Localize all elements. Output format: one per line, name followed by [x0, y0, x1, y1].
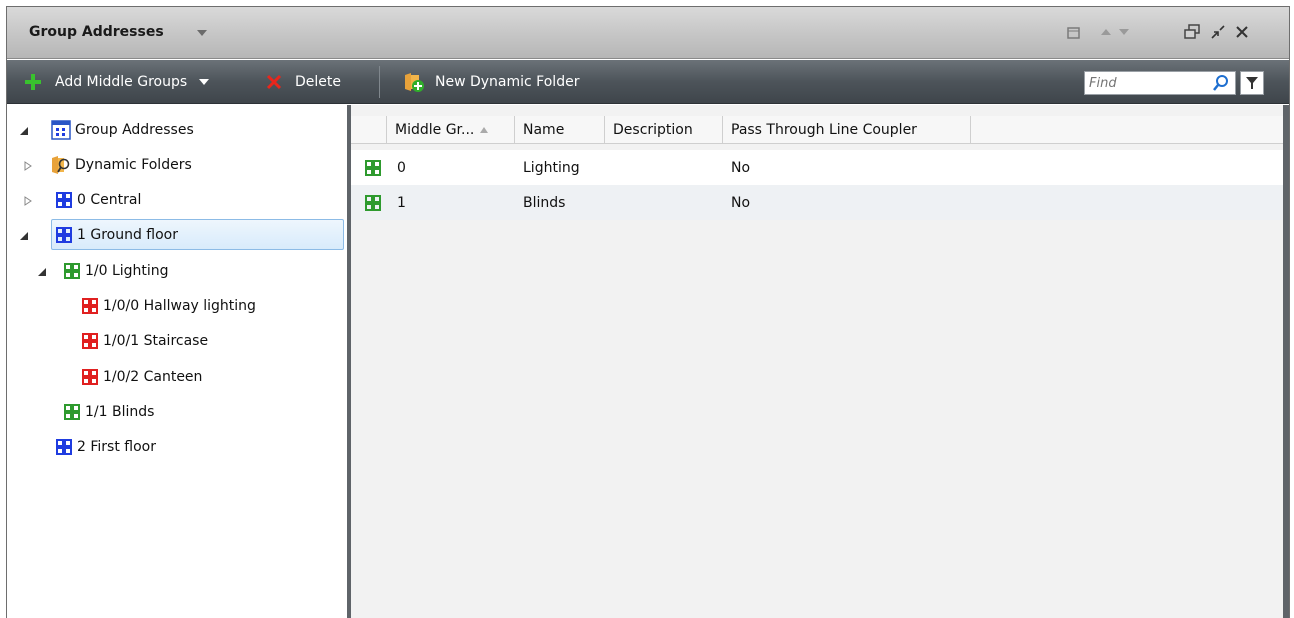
tree-item-2-first-floor[interactable]: 2 First floor [55, 433, 156, 461]
close-icon[interactable] [1233, 23, 1251, 41]
tree-item-label: 1/0/0 Hallway lighting [103, 298, 256, 314]
middle-group-icon [364, 185, 382, 220]
column-header-pass-through[interactable]: Pass Through Line Coupler [723, 116, 971, 144]
find-input[interactable] [1089, 74, 1199, 92]
main-group-icon [55, 191, 73, 209]
tree-item-1-0-2-canteen[interactable]: 1/0/2 Canteen [81, 363, 202, 391]
tree-item-label: Dynamic Folders [75, 157, 192, 173]
expanded-triangle-icon[interactable] [37, 265, 51, 279]
group-addresses-icon [51, 120, 71, 140]
restore-window-icon[interactable] [1183, 23, 1201, 41]
move-down-icon[interactable] [1115, 23, 1133, 41]
middle-group-icon [63, 403, 81, 421]
cell-pass-through: No [731, 159, 751, 176]
group-address-tree: Group Addresses Dynamic Folders 0 Centra… [7, 105, 347, 618]
collapsed-triangle-icon[interactable] [23, 194, 37, 208]
tree-item-1-0-lighting[interactable]: 1/0 Lighting [63, 257, 169, 285]
cell-middle-group: 0 [397, 159, 406, 176]
filter-button[interactable] [1240, 71, 1264, 95]
cell-name: Lighting [523, 159, 580, 176]
delete-label: Delete [295, 74, 341, 90]
title-dropdown-icon[interactable] [197, 30, 207, 36]
tree-item-1-0-0-hallway-lighting[interactable]: 1/0/0 Hallway lighting [81, 292, 256, 320]
grid-header: Middle Gr... Name Description Pass Throu… [351, 116, 1283, 144]
middle-group-icon [63, 262, 81, 280]
tree-item-label: 2 First floor [77, 439, 156, 455]
tree-item-0-central[interactable]: 0 Central [55, 186, 141, 214]
chevron-down-icon[interactable] [199, 78, 210, 86]
cell-pass-through: No [731, 194, 751, 211]
middle-group-icon [364, 150, 382, 185]
tree-item-1-1-blinds[interactable]: 1/1 Blinds [63, 398, 154, 426]
column-header-name[interactable]: Name [515, 116, 605, 144]
panel-titlebar: Group Addresses [7, 7, 1289, 59]
cell-name: Blinds [523, 194, 566, 211]
dynamic-folder-icon [51, 155, 73, 175]
tree-item-dynamic-folders[interactable]: Dynamic Folders [51, 151, 192, 179]
add-middle-groups-button[interactable]: Add Middle Groups [23, 60, 210, 104]
expanded-triangle-icon[interactable] [19, 124, 33, 138]
delete-button[interactable]: Delete [265, 60, 341, 104]
main-group-icon [55, 226, 73, 244]
column-header-label: Pass Through Line Coupler [731, 122, 917, 138]
cell-middle-group: 1 [397, 194, 406, 211]
header-icon-column[interactable] [351, 116, 387, 144]
tree-item-label: Group Addresses [75, 122, 194, 138]
tree-item-1-0-1-staircase[interactable]: 1/0/1 Staircase [81, 327, 208, 355]
group-address-icon [81, 332, 99, 350]
table-row[interactable]: 1 Blinds No [351, 185, 1283, 220]
tree-item-label: 1 Ground floor [77, 226, 179, 243]
column-header-label: Name [523, 122, 565, 138]
collapsed-triangle-icon[interactable] [23, 159, 37, 173]
main-group-icon [55, 438, 73, 456]
column-header-description[interactable]: Description [605, 116, 723, 144]
column-header-label: Middle Gr... [395, 122, 475, 138]
tree-item-label: 1/0 Lighting [85, 263, 169, 279]
tree-item-label: 0 Central [77, 192, 142, 208]
move-up-icon[interactable] [1097, 23, 1115, 41]
tree-root-group-addresses[interactable]: Group Addresses [51, 116, 194, 144]
tree-item-label: 1/0/1 Staircase [103, 333, 209, 349]
panel-title: Group Addresses [29, 24, 164, 40]
expanded-triangle-icon[interactable] [19, 229, 33, 243]
add-middle-groups-label: Add Middle Groups [55, 74, 188, 90]
group-addresses-window: Group Addresses Add Middle Groups Delete… [6, 6, 1290, 618]
new-folder-icon [403, 71, 425, 93]
toolbar-separator [379, 66, 380, 98]
filter-icon [1245, 76, 1259, 90]
delete-x-icon [265, 73, 283, 91]
toolbar: Add Middle Groups Delete New Dynamic Fol… [7, 60, 1289, 104]
new-dynamic-folder-button[interactable]: New Dynamic Folder [403, 60, 579, 104]
tree-item-label: 1/0/2 Canteen [103, 369, 203, 385]
group-address-icon [81, 368, 99, 386]
right-border [1283, 105, 1289, 618]
tree-item-label: 1/1 Blinds [85, 404, 155, 420]
tree-item-1-ground-floor[interactable]: 1 Ground floor [51, 219, 344, 250]
sort-ascending-icon [480, 127, 489, 133]
column-header-middle-group[interactable]: Middle Gr... [387, 116, 515, 144]
table-row[interactable]: 0 Lighting No [351, 150, 1283, 185]
layout-icon[interactable] [1065, 23, 1083, 41]
plus-icon [23, 72, 43, 92]
group-address-icon [81, 297, 99, 315]
new-dynamic-folder-label: New Dynamic Folder [435, 74, 580, 90]
middle-groups-grid: Middle Gr... Name Description Pass Throu… [351, 105, 1289, 618]
collapse-icon[interactable] [1209, 23, 1227, 41]
search-icon[interactable] [1212, 74, 1230, 92]
column-header-label: Description [613, 122, 693, 138]
